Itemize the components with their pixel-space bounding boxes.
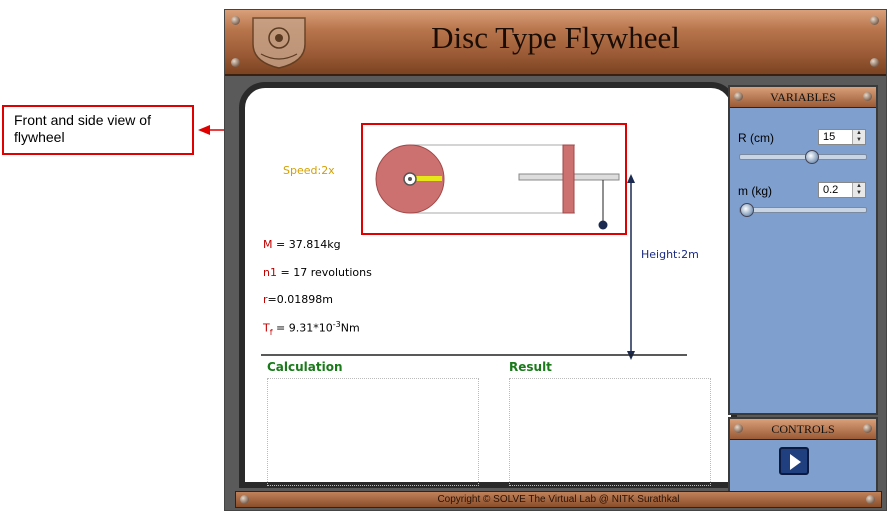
radius-value: 15 bbox=[823, 131, 836, 143]
tf-symbol: T bbox=[263, 321, 270, 335]
flywheel-side-view bbox=[562, 144, 575, 214]
mass-value: = 37.814kg bbox=[272, 238, 341, 251]
height-arrow-head-top bbox=[627, 174, 635, 183]
mass-slider[interactable] bbox=[739, 203, 867, 217]
radius-stepper[interactable]: 15 ▲ ▼ bbox=[818, 129, 866, 145]
footer-bar: Copyright © SOLVE The Virtual Lab @ NITK… bbox=[235, 491, 882, 508]
mass-readout: M = 37.814kg bbox=[263, 238, 341, 251]
annotation-callout: Front and side view of flywheel bbox=[2, 105, 194, 155]
n1-value: = 17 revolutions bbox=[276, 266, 372, 279]
tf-value: = 9.31*10 bbox=[272, 321, 333, 335]
copyright-text: Copyright © SOLVE The Virtual Lab @ NITK… bbox=[437, 494, 680, 505]
play-button[interactable] bbox=[779, 447, 809, 475]
calculation-area bbox=[267, 378, 479, 486]
r-value: =0.01898m bbox=[267, 293, 333, 306]
rivet bbox=[866, 495, 875, 504]
revolutions-readout: n1 = 17 revolutions bbox=[263, 266, 372, 279]
radius-slider[interactable] bbox=[739, 150, 867, 164]
radius-slider-thumb[interactable] bbox=[805, 150, 819, 164]
variables-panel: VARIABLES R (cm) 15 ▲ ▼ m (kg) 0.2 ▲ ▼ bbox=[728, 85, 878, 415]
radius-readout: r=0.01898m bbox=[263, 293, 333, 306]
mass-label: m (kg) bbox=[738, 184, 772, 198]
mass-stepper[interactable]: 0.2 ▲ ▼ bbox=[818, 182, 866, 198]
hanging-mass bbox=[598, 220, 608, 230]
n1-symbol: n1 bbox=[263, 266, 277, 279]
controls-panel: CONTROLS bbox=[728, 417, 878, 493]
variables-title: VARIABLES bbox=[770, 90, 836, 104]
result-heading: Result bbox=[509, 360, 552, 374]
mass-symbol: M bbox=[263, 238, 273, 251]
controls-title: CONTROLS bbox=[771, 422, 835, 436]
radius-stepper-arrows[interactable]: ▲ ▼ bbox=[852, 130, 865, 144]
page-title: Disc Type Flywheel bbox=[431, 20, 680, 55]
tf-unit: Nm bbox=[340, 321, 360, 335]
title-banner: Disc Type Flywheel bbox=[225, 10, 886, 76]
speed-label: Speed:2x bbox=[283, 164, 335, 177]
rivet bbox=[734, 92, 743, 101]
rivet bbox=[870, 58, 879, 67]
controls-header: CONTROLS bbox=[730, 419, 876, 440]
variables-header: VARIABLES bbox=[730, 87, 876, 108]
rivet bbox=[863, 92, 872, 101]
mass-input-value: 0.2 bbox=[823, 184, 839, 196]
calculation-heading: Calculation bbox=[267, 360, 343, 374]
height-label: Height:2m bbox=[641, 248, 699, 261]
rivet bbox=[240, 495, 249, 504]
annotation-text: Front and side view of flywheel bbox=[14, 112, 151, 145]
simulation-panel: Speed:2x Height:2m M = 37.814kg n1 = 17 … bbox=[239, 82, 737, 488]
axle-center bbox=[408, 177, 412, 181]
play-icon bbox=[790, 454, 801, 470]
tf-exponent: -3 bbox=[332, 320, 341, 329]
rivet bbox=[863, 424, 872, 433]
mass-stepper-arrows[interactable]: ▲ ▼ bbox=[852, 183, 865, 197]
rivet bbox=[734, 424, 743, 433]
friction-torque-readout: Tf = 9.31*10-3Nm bbox=[263, 320, 360, 337]
rivet bbox=[231, 58, 240, 67]
mass-slider-thumb[interactable] bbox=[740, 203, 754, 217]
radius-label: R (cm) bbox=[738, 131, 774, 145]
result-area bbox=[509, 378, 711, 486]
app-window: Disc Type Flywheel Speed:2x Height:2m M … bbox=[224, 9, 887, 511]
